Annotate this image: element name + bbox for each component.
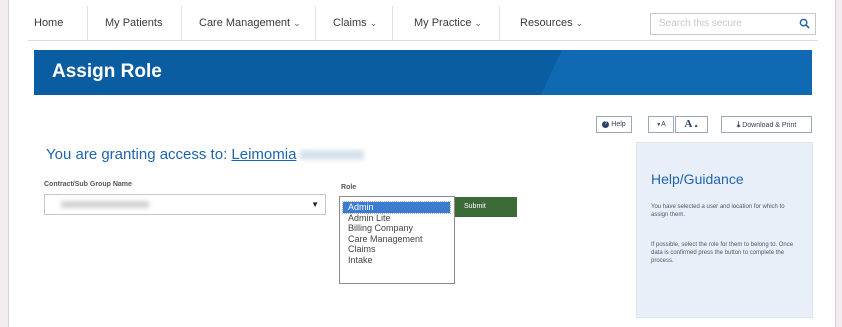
help-title: Help/Guidance: [651, 171, 744, 187]
role-label: Role: [341, 184, 357, 191]
nav-claims[interactable]: Claims ⌄: [316, 6, 393, 40]
submit-button[interactable]: Submit: [455, 197, 517, 217]
role-option-billing-company[interactable]: Billing Company: [340, 223, 454, 234]
role-option-care-management[interactable]: Care Management: [340, 234, 454, 245]
text-small-label: A: [661, 121, 666, 128]
help-button[interactable]: ? Help: [596, 116, 632, 133]
help-paragraph-1: You have selected a user and location fo…: [651, 204, 785, 218]
role-option-admin[interactable]: Admin: [342, 201, 451, 214]
nav-care-management[interactable]: Care Management ⌄: [182, 6, 316, 40]
nav-label: Home: [34, 17, 64, 29]
search-box[interactable]: Search this secure: [650, 13, 816, 35]
help-label: Help: [611, 121, 626, 128]
granting-heading: You are granting access to: Leimomia: [46, 146, 365, 163]
help-guidance-panel: Help/Guidance You have selected a user a…: [636, 142, 813, 318]
nav-my-practice[interactable]: My Practice ⌄: [393, 6, 500, 40]
user-name-link[interactable]: Leimomia: [231, 146, 296, 163]
role-option-admin-lite[interactable]: Admin Lite: [340, 213, 454, 224]
dropdown-arrow-icon: ▼: [311, 200, 319, 209]
nav-label: Claims: [333, 17, 367, 29]
download-icon: ⤓: [736, 120, 741, 129]
chevron-down-icon: ⌄: [575, 18, 584, 28]
nav-label: Care Management: [199, 17, 291, 29]
granting-prefix: You are granting access to:: [46, 146, 228, 163]
nav-resources[interactable]: Resources ⌄: [500, 6, 606, 40]
contract-group-label: Contract/Sub Group Name: [44, 181, 132, 188]
help-paragraph-2: If possible, select the role for them to…: [651, 242, 794, 264]
role-listbox[interactable]: Admin Admin Lite Billing Company Care Ma…: [339, 196, 455, 284]
chevron-down-icon: ⌄: [293, 18, 301, 28]
download-label: Download & Print: [742, 122, 797, 129]
decrease-text-button[interactable]: ▼A: [648, 116, 674, 133]
role-option-intake[interactable]: Intake: [340, 255, 454, 266]
role-option-claims[interactable]: Claims: [340, 244, 454, 255]
nav-label: Resources: [520, 17, 573, 29]
page-banner: Assign Role: [34, 50, 812, 95]
nav-my-patients[interactable]: My Patients: [88, 6, 182, 40]
nav-home[interactable]: Home: [28, 6, 88, 40]
help-circle-icon: ?: [602, 120, 610, 128]
nav-label: My Practice: [414, 17, 472, 29]
redacted-value: [61, 201, 149, 208]
chevron-down-icon: ⌄: [474, 18, 483, 28]
page-title: Assign Role: [52, 61, 162, 82]
search-icon[interactable]: [799, 18, 810, 29]
top-nav: Home My Patients Care Management ⌄ Claims…: [28, 6, 818, 41]
nav-label: My Patients: [105, 17, 163, 29]
download-print-button[interactable]: ⤓ Download & Print: [721, 116, 812, 133]
chevron-down-icon: ⌄: [369, 18, 378, 28]
contract-group-select[interactable]: ▼: [44, 194, 326, 215]
increase-text-button[interactable]: A ▲: [675, 116, 708, 133]
search-input[interactable]: Search this secure: [659, 18, 742, 29]
redacted-name: [300, 150, 365, 161]
